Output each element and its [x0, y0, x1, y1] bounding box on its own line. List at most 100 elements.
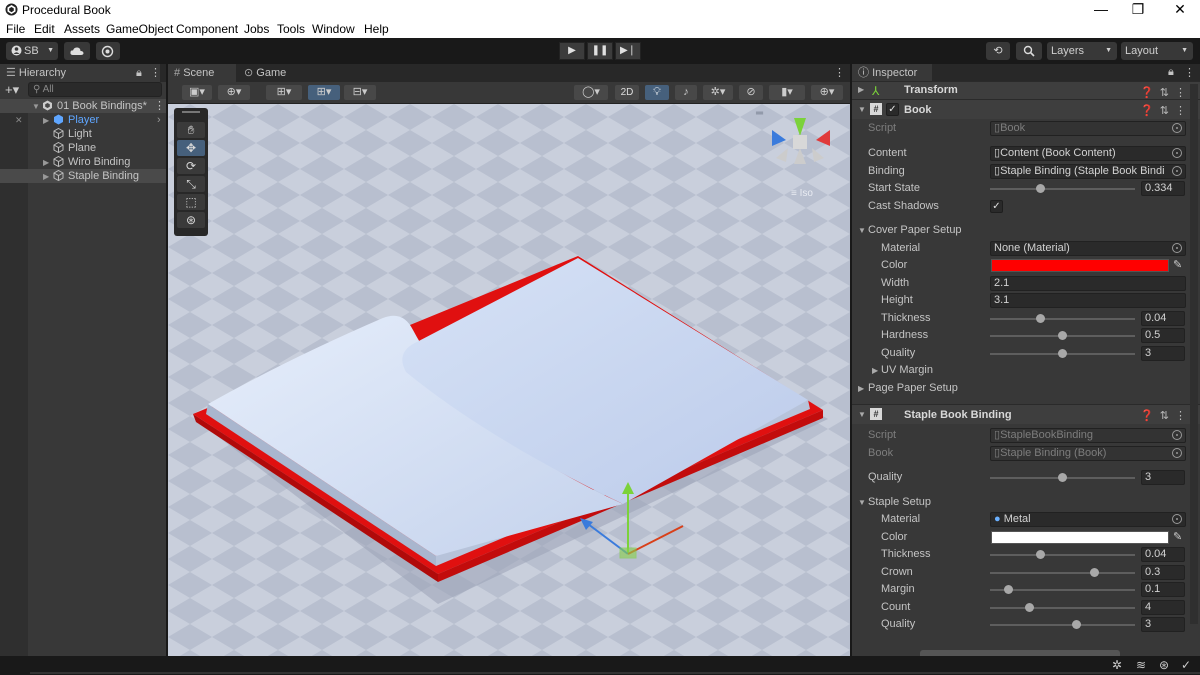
eyedropper-icon[interactable]: ✎	[1173, 530, 1182, 543]
layout-dropdown[interactable]: Layout ▼	[1121, 42, 1193, 60]
staple-quality2-input[interactable]: 3	[1141, 617, 1185, 632]
scene-viewport[interactable]: ≡ Iso ═ ✋︎ ✥ ⟳ ⤡ ⬚ ⊛	[168, 104, 850, 656]
chevron-right-icon[interactable]: ▶	[43, 114, 49, 128]
slider-knob[interactable]	[1004, 585, 1013, 594]
visibility-toggle[interactable]: ⊘	[739, 85, 763, 100]
component-actions[interactable]: ❓⇅⋮	[1140, 104, 1192, 117]
cover-material-field[interactable]: None (Material)	[990, 241, 1186, 256]
layers-dropdown[interactable]: Layers ▼	[1047, 42, 1117, 60]
slider-knob[interactable]	[1058, 349, 1067, 358]
staple-thickness-input[interactable]: 0.04	[1141, 547, 1185, 562]
binding-field[interactable]: ▯Staple Binding (Staple Book Bindi	[990, 164, 1186, 179]
network-icon[interactable]: ⊛	[1159, 658, 1169, 672]
kebab-menu-icon[interactable]: ⋮	[834, 66, 845, 79]
hierarchy-item-staple-binding[interactable]: ▶ Staple Binding	[0, 169, 166, 183]
book-component-header[interactable]: ▼ # ✓ Book ❓⇅⋮	[852, 99, 1200, 119]
layers-stack-icon[interactable]: ≋	[1136, 658, 1146, 672]
slider-knob[interactable]	[1036, 184, 1045, 193]
transform-tool-button[interactable]: ⊛	[177, 212, 205, 228]
minimize-button[interactable]: —	[1081, 0, 1121, 20]
width-input[interactable]: 2.1	[990, 276, 1186, 291]
cloud-button[interactable]	[64, 42, 90, 60]
slider-knob[interactable]	[1072, 620, 1081, 629]
hierarchy-item-light[interactable]: Light	[0, 127, 166, 141]
effects-toggle[interactable]: ✲▾	[703, 85, 733, 100]
start-state-slider[interactable]	[990, 188, 1135, 190]
hierarchy-item-plane[interactable]: Plane	[0, 141, 166, 155]
staple-thickness-slider[interactable]	[990, 554, 1135, 556]
row-cover-setup[interactable]: ▼ Cover Paper Setup	[852, 222, 1200, 239]
create-button[interactable]: +▾	[5, 82, 19, 98]
chevron-right-icon[interactable]: ▶	[858, 85, 864, 94]
menu-assets[interactable]: Assets	[64, 22, 100, 36]
hand-tool-button[interactable]: ✋︎	[177, 122, 205, 138]
staple-quality2-slider[interactable]	[990, 624, 1135, 626]
kebab-menu-icon[interactable]: ⋮	[1184, 66, 1195, 79]
view-options-icon[interactable]: ═	[755, 108, 764, 119]
lock-icon[interactable]: 🔒︎	[1168, 66, 1174, 79]
chevron-down-icon[interactable]: ▼	[858, 410, 866, 419]
play-button[interactable]: ▶	[559, 42, 585, 60]
grid-snap-button[interactable]: ⊞▾	[266, 85, 302, 100]
object-picker-icon[interactable]	[1172, 514, 1182, 524]
chevron-down-icon[interactable]: ▼	[32, 100, 40, 114]
chevron-down-icon[interactable]: ▼	[858, 226, 866, 235]
menu-help[interactable]: Help	[364, 22, 389, 36]
object-picker-icon[interactable]	[1172, 243, 1182, 253]
object-picker-icon[interactable]	[1172, 148, 1182, 158]
scale-tool-button[interactable]: ⤡	[177, 176, 205, 192]
staple-material-field[interactable]: ● Metal	[990, 512, 1186, 527]
menu-edit[interactable]: Edit	[34, 22, 55, 36]
tab-scene[interactable]: # Scene	[168, 64, 236, 82]
history-button[interactable]: ⟲	[986, 42, 1010, 60]
move-tool-button[interactable]: ✥	[177, 140, 205, 156]
slider-knob[interactable]	[1036, 550, 1045, 559]
menu-tools[interactable]: Tools	[277, 22, 305, 36]
lighting-toggle[interactable]: 💡︎	[645, 85, 669, 100]
crown-input[interactable]: 0.3	[1141, 565, 1185, 580]
menu-jobs[interactable]: Jobs	[244, 22, 269, 36]
count-input[interactable]: 4	[1141, 600, 1185, 615]
row-staple-setup[interactable]: ▼ Staple Setup	[852, 494, 1200, 511]
rect-tool-button[interactable]: ⬚	[177, 194, 205, 210]
component-actions[interactable]: ❓⇅⋮	[1140, 409, 1192, 422]
camera-button[interactable]: ▮▾	[769, 85, 805, 100]
grid-toggle[interactable]: ⊞▾	[308, 85, 340, 100]
menu-gameobject[interactable]: GameObject	[106, 22, 173, 36]
inspector-scrollbar[interactable]	[1190, 84, 1198, 624]
check-circle-icon[interactable]: ✓	[1181, 658, 1191, 672]
draw-mode-button[interactable]: ▣▾	[182, 85, 212, 100]
menu-window[interactable]: Window	[312, 22, 355, 36]
increment-snap-button[interactable]: ⊟▾	[344, 85, 376, 100]
kebab-menu-icon[interactable]: ⋮	[154, 99, 165, 113]
crown-slider[interactable]	[990, 572, 1135, 574]
shading-mode-button[interactable]: ◯▾	[574, 85, 608, 100]
margin-input[interactable]: 0.1	[1141, 582, 1185, 597]
tab-hierarchy[interactable]: ☰ Hierarchy 🔒︎ ⋮	[0, 64, 161, 82]
chevron-right-icon[interactable]: ▶	[43, 170, 49, 184]
cover-thickness-slider[interactable]	[990, 318, 1135, 320]
chevron-right-icon[interactable]: ›	[157, 113, 161, 127]
book-enabled-checkbox[interactable]: ✓	[886, 103, 899, 116]
chevron-right-icon[interactable]: ▶	[43, 156, 49, 170]
cast-shadows-checkbox[interactable]: ✓	[990, 200, 1003, 213]
chevron-down-icon[interactable]: ▼	[858, 105, 866, 114]
tab-game[interactable]: ⊙ Game	[238, 64, 298, 82]
scene-render[interactable]: ≡ Iso ═	[168, 104, 850, 656]
slider-knob[interactable]	[1058, 331, 1067, 340]
height-input[interactable]: 3.1	[990, 293, 1186, 308]
collab-button[interactable]	[96, 42, 120, 60]
component-actions[interactable]: ❓⇅⋮	[1140, 86, 1192, 99]
hardness-input[interactable]: 0.5	[1141, 328, 1185, 343]
hierarchy-scene-row[interactable]: ▼ 01 Book Bindings* ⋮	[0, 99, 166, 113]
object-picker-icon[interactable]	[1172, 166, 1182, 176]
hierarchy-search-input[interactable]: ⚲ All	[28, 82, 162, 97]
2d-toggle[interactable]: 2D	[615, 85, 639, 100]
menu-file[interactable]: File	[6, 22, 25, 36]
transform-header[interactable]: ▶ ⅄ Transform ❓⇅⋮	[852, 81, 1200, 99]
staple-color-swatch[interactable]	[991, 531, 1169, 544]
gizmos-button[interactable]: ⊕▾	[811, 85, 843, 100]
start-state-input[interactable]: 0.334	[1141, 181, 1185, 196]
chevron-right-icon[interactable]: ▶	[872, 366, 878, 375]
hierarchy-item-wiro-binding[interactable]: ▶ Wiro Binding	[0, 155, 166, 169]
